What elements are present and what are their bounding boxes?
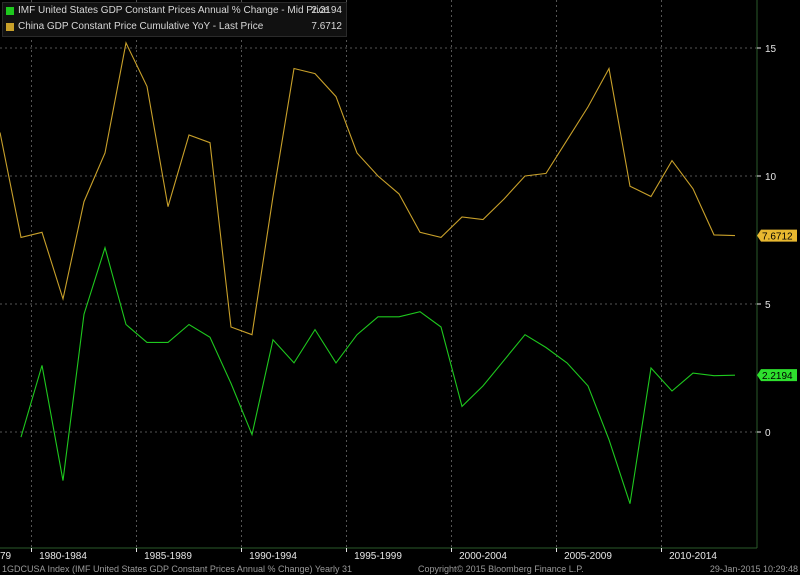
legend-value-us: 2.2194 bbox=[311, 5, 342, 16]
legend-item-us: IMF United States GDP Constant Prices An… bbox=[3, 3, 346, 19]
x-tick-label: 1990-1994 bbox=[249, 551, 297, 562]
legend: IMF United States GDP Constant Prices An… bbox=[2, 2, 347, 37]
legend-label-us: IMF United States GDP Constant Prices An… bbox=[18, 5, 330, 16]
china-gdp-line bbox=[0, 41, 736, 336]
badge-label: 7.6712 bbox=[762, 232, 793, 243]
y-tick-label: 15 bbox=[765, 44, 777, 55]
status-footer: 1GDCUSA Index (IMF United States GDP Con… bbox=[0, 564, 800, 575]
us-gdp-line bbox=[20, 245, 736, 504]
axes bbox=[0, 0, 758, 549]
x-tick-label: 1979 bbox=[0, 551, 12, 562]
legend-swatch-us bbox=[6, 7, 14, 15]
grid-lines bbox=[0, 0, 757, 548]
footer-index-description: 1GDCUSA Index (IMF United States GDP Con… bbox=[2, 564, 353, 574]
x-tick-labels: 1979 1980-1984 1985-1989 1990-1994 1995-1999… bbox=[0, 548, 717, 562]
footer-copyright: Copyright© 2015 Bloomberg Finance L.P. bbox=[418, 564, 584, 574]
y-tick-label: 10 bbox=[765, 172, 777, 183]
chart-area: 051015 19791980-19841985-19891990-199419… bbox=[0, 0, 797, 562]
y-tick-label: 0 bbox=[765, 428, 771, 439]
china-last-value-badge: 7.6712 bbox=[757, 229, 797, 243]
x-tick-label: 1980-1984 bbox=[39, 551, 87, 562]
footer-timestamp: 29-Jan-2015 10:29:48 bbox=[709, 564, 798, 574]
legend-label-china: China GDP Constant Price Cumulative YoY … bbox=[18, 21, 264, 32]
x-tick-label: 1995-1999 bbox=[354, 551, 402, 562]
us-last-value-badge: 2.2194 bbox=[757, 369, 797, 382]
legend-value-china: 7.6712 bbox=[311, 21, 342, 32]
x-tick-label: 2010-2014 bbox=[669, 551, 717, 562]
legend-swatch-china bbox=[6, 23, 14, 31]
badge-label: 2.2194 bbox=[762, 371, 793, 382]
legend-item-china: China GDP Constant Price Cumulative YoY … bbox=[3, 19, 346, 35]
x-tick-label: 2000-2004 bbox=[459, 551, 507, 562]
x-tick-label: 2005-2009 bbox=[564, 551, 612, 562]
last-value-badges: 2.2194 7.6712 bbox=[757, 229, 797, 382]
x-tick-label: 1985-1989 bbox=[144, 551, 192, 562]
y-tick-label: 5 bbox=[765, 300, 771, 311]
series-lines bbox=[0, 41, 736, 504]
